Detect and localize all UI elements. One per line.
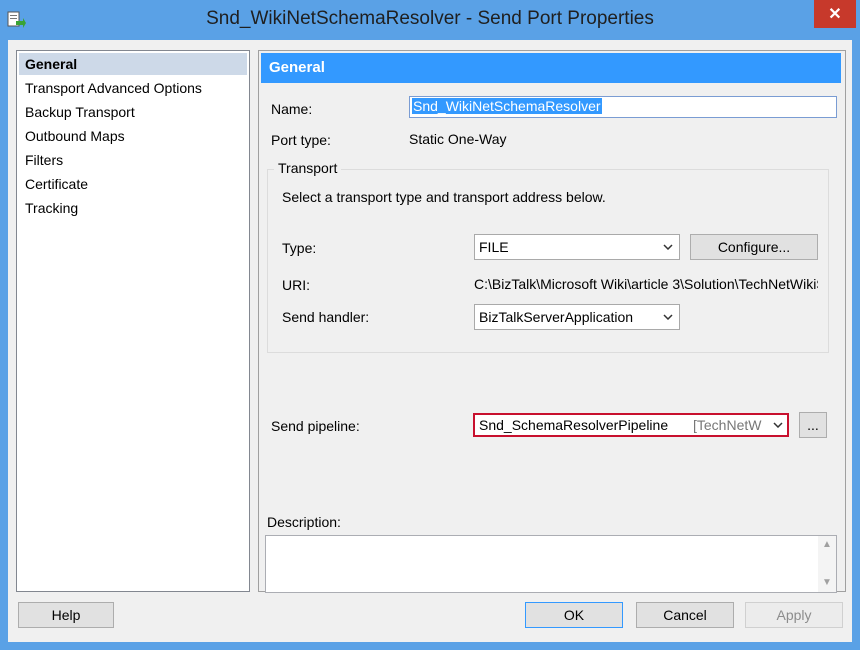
type-label: Type: (282, 240, 317, 256)
chevron-down-icon (661, 305, 675, 329)
nav-item-certificate[interactable]: Certificate (19, 173, 247, 195)
send-pipeline-label: Send pipeline: (271, 418, 360, 434)
port-type-value: Static One-Way (409, 131, 507, 147)
name-field[interactable]: Snd_WikiNetSchemaResolver (409, 96, 837, 118)
scroll-up-icon[interactable]: ▲ (818, 538, 836, 552)
uri-label: URI: (282, 277, 310, 293)
send-pipeline-select[interactable]: Snd_SchemaResolverPipeline [TechNetW (473, 413, 789, 437)
close-icon: ✕ (828, 6, 842, 23)
panel-header: General (261, 53, 841, 83)
browse-pipeline-button[interactable]: ... (799, 412, 827, 438)
uri-value: C:\BizTalk\Microsoft Wiki\article 3\Solu… (474, 276, 818, 292)
category-list: General Transport Advanced Options Backu… (16, 50, 250, 592)
dialog-client-area: General Transport Advanced Options Backu… (8, 40, 852, 642)
send-port-properties-window: Snd_WikiNetSchemaResolver - Send Port Pr… (0, 0, 860, 650)
apply-button[interactable]: Apply (745, 602, 843, 628)
transport-type-value: FILE (479, 239, 509, 255)
window-title: Snd_WikiNetSchemaResolver - Send Port Pr… (206, 8, 654, 29)
general-panel: General Name: Snd_WikiNetSchemaResolver … (258, 50, 846, 593)
nav-item-filters[interactable]: Filters (19, 149, 247, 171)
description-label: Description: (267, 514, 341, 530)
send-handler-label: Send handler: (282, 309, 370, 325)
transport-instructions: Select a transport type and transport ad… (282, 189, 606, 205)
transport-group: Transport Select a transport type and tr… (267, 160, 829, 353)
transport-group-title: Transport (274, 160, 342, 176)
send-handler-select[interactable]: BizTalkServerApplication (474, 304, 680, 330)
close-button[interactable]: ✕ (814, 0, 856, 28)
help-button[interactable]: Help (18, 602, 114, 628)
name-label: Name: (271, 101, 313, 117)
port-type-label: Port type: (271, 132, 331, 148)
chevron-down-icon (771, 415, 785, 435)
nav-item-backup-transport[interactable]: Backup Transport (19, 101, 247, 123)
chevron-down-icon (661, 235, 675, 259)
description-scrollbar[interactable]: ▲ ▼ (818, 536, 836, 592)
nav-item-transport-advanced-options[interactable]: Transport Advanced Options (19, 77, 247, 99)
nav-item-tracking[interactable]: Tracking (19, 197, 247, 219)
transport-type-select[interactable]: FILE (474, 234, 680, 260)
configure-button[interactable]: Configure... (690, 234, 818, 260)
cancel-button[interactable]: Cancel (636, 602, 734, 628)
scroll-down-icon[interactable]: ▼ (818, 576, 836, 590)
description-field[interactable]: ▲ ▼ (265, 535, 837, 593)
pipeline-name: Snd_SchemaResolverPipeline (479, 417, 669, 433)
ok-button[interactable]: OK (525, 602, 623, 628)
send-handler-value: BizTalkServerApplication (479, 309, 634, 325)
nav-item-general[interactable]: General (19, 53, 247, 75)
title-bar[interactable]: Snd_WikiNetSchemaResolver - Send Port Pr… (0, 0, 860, 40)
pipeline-assembly: [TechNetW (693, 417, 762, 433)
name-value: Snd_WikiNetSchemaResolver (412, 98, 602, 114)
nav-item-outbound-maps[interactable]: Outbound Maps (19, 125, 247, 147)
